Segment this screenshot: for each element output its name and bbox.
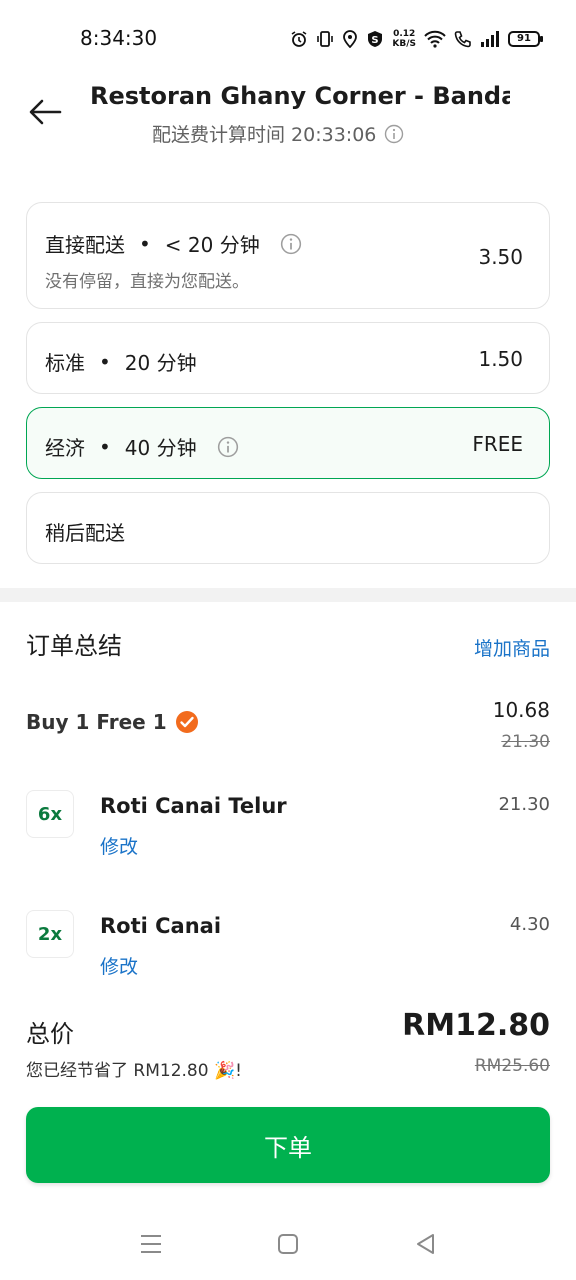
- back-button[interactable]: [26, 92, 66, 132]
- shield-icon: S: [368, 31, 383, 47]
- option-title: 稍后配送: [45, 517, 125, 546]
- option-title: 标准 • 20 分钟: [45, 347, 197, 376]
- verified-badge-icon: [175, 711, 198, 733]
- signal-icon: [481, 31, 499, 47]
- info-icon[interactable]: [384, 124, 404, 144]
- location-icon: [343, 30, 358, 48]
- wifi-icon: [424, 30, 446, 48]
- separator-dot: •: [139, 231, 151, 256]
- option-price: FREE: [472, 432, 523, 456]
- promo-label: Buy 1 Free 1: [26, 710, 167, 734]
- promo-original-price: 21.30: [501, 732, 550, 752]
- delivery-option-economy[interactable]: 经济 • 40 分钟 FREE: [26, 407, 550, 479]
- item-edit-link[interactable]: 修改: [100, 832, 138, 859]
- section-divider: [0, 588, 576, 602]
- battery-icon: 91: [508, 31, 543, 47]
- restaurant-name: Restoran Ghany Corner - Banda...: [90, 82, 510, 110]
- menu-icon[interactable]: [138, 1231, 164, 1257]
- option-title: 经济 • 40 分钟: [45, 432, 239, 461]
- total-amount: RM12.80: [402, 1008, 550, 1043]
- promo-row: Buy 1 Free 1: [26, 710, 199, 734]
- status-bar: 8:34:30 S 0.12 KB/S 91: [0, 0, 576, 76]
- item-price: 4.30: [509, 914, 550, 935]
- option-eta: 20 分钟: [124, 351, 197, 375]
- item-edit-link[interactable]: 修改: [100, 952, 138, 979]
- info-icon[interactable]: [280, 233, 302, 255]
- net-speed-value: 0.12: [393, 29, 416, 39]
- system-nav-bar: [0, 1215, 576, 1275]
- item-name: Roti Canai: [100, 914, 222, 938]
- delivery-option-standard[interactable]: 标准 • 20 分钟 1.50: [26, 322, 550, 394]
- net-speed-unit: KB/S: [392, 39, 416, 49]
- promo-price: 10.68: [492, 698, 550, 722]
- call-icon: [454, 31, 471, 48]
- total-label: 总价: [26, 1020, 74, 1048]
- place-order-button[interactable]: 下单: [26, 1107, 550, 1183]
- svg-text:S: S: [372, 35, 379, 46]
- back-arrow-icon: [29, 99, 62, 125]
- alarm-icon: [291, 31, 307, 47]
- option-price: 1.50: [478, 347, 523, 371]
- separator-dot: •: [99, 349, 111, 374]
- item-price: 21.30: [498, 794, 550, 815]
- option-name: 经济: [45, 436, 85, 460]
- back-triangle-icon[interactable]: [413, 1231, 439, 1257]
- option-subtitle: 没有停留，直接为您配送。: [45, 272, 249, 292]
- delivery-option-later[interactable]: 稍后配送: [26, 492, 550, 564]
- option-eta: < 20 分钟: [164, 233, 260, 257]
- separator-dot: •: [99, 434, 111, 459]
- option-name: 标准: [45, 351, 85, 375]
- order-summary-title: 订单总结: [26, 632, 122, 660]
- option-name: 直接配送: [45, 233, 125, 257]
- fee-time-label: 配送费计算时间 20:33:06: [152, 124, 377, 146]
- home-icon[interactable]: [275, 1231, 301, 1257]
- vibrate-icon: [317, 31, 334, 47]
- item-quantity: 6x: [26, 790, 74, 838]
- option-eta: 40 分钟: [124, 436, 197, 460]
- savings-text: 您已经节省了 RM12.80 🎉!: [26, 1061, 242, 1081]
- fee-time-row: 配送费计算时间 20:33:06: [152, 120, 404, 147]
- option-name: 稍后配送: [45, 521, 125, 545]
- status-time: 8:34:30: [80, 26, 158, 50]
- option-price: 3.50: [478, 245, 523, 269]
- total-original-price: RM25.60: [474, 1056, 550, 1076]
- info-icon[interactable]: [217, 436, 239, 458]
- add-items-link[interactable]: 增加商品: [474, 634, 550, 661]
- delivery-option-direct[interactable]: 直接配送 • < 20 分钟 没有停留，直接为您配送。 3.50: [26, 202, 550, 309]
- item-name: Roti Canai Telur: [100, 794, 287, 818]
- item-quantity: 2x: [26, 910, 74, 958]
- option-title: 直接配送 • < 20 分钟: [45, 229, 302, 258]
- net-speed: 0.12 KB/S: [392, 29, 416, 49]
- status-icons: S 0.12 KB/S 91: [290, 24, 543, 54]
